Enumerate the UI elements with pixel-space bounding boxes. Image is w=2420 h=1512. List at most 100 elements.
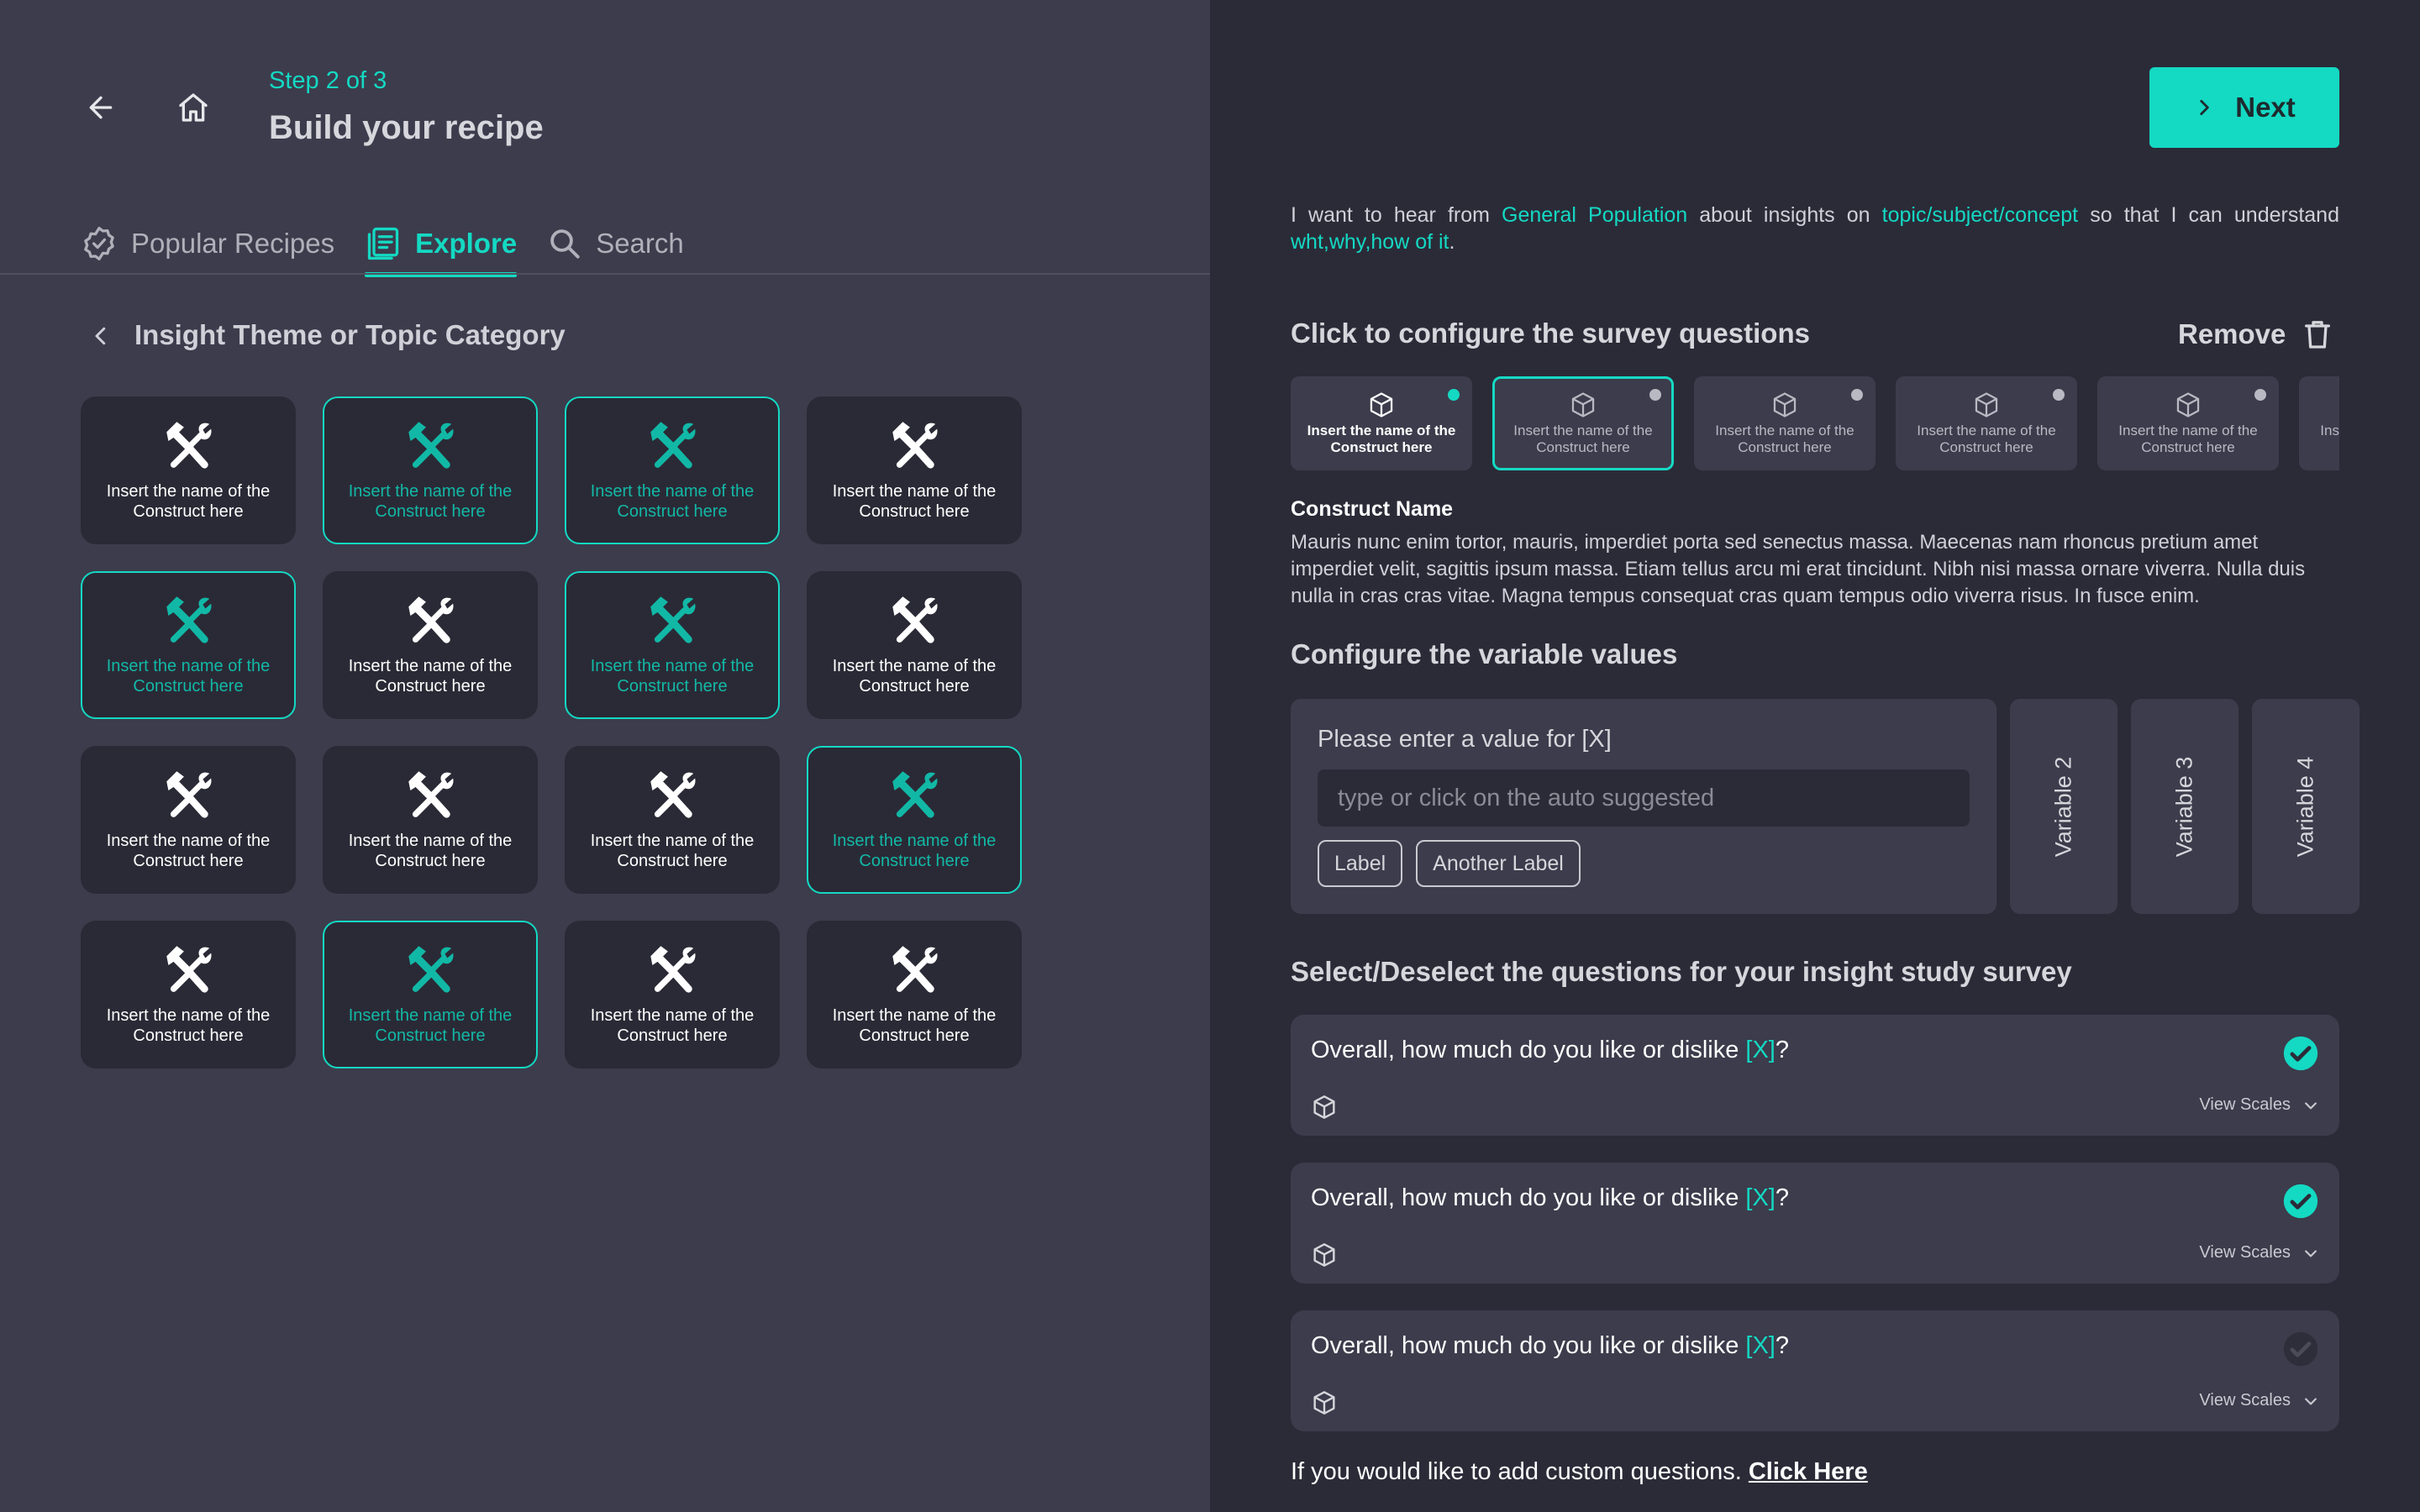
- tab-bar: Popular Recipes Explore Search: [81, 220, 714, 277]
- construct-name-heading: Construct Name: [1291, 497, 1454, 521]
- tools-icon: [650, 422, 696, 469]
- tools-icon: [408, 422, 454, 469]
- construct-card[interactable]: Insert the name of the Construct here: [323, 921, 538, 1068]
- construct-card[interactable]: Insert the name of the Construct here: [81, 396, 296, 544]
- view-scales-toggle[interactable]: View Scales: [2199, 1095, 2319, 1115]
- construct-card[interactable]: Insert the name of the Construct here: [565, 921, 780, 1068]
- tab-popular-recipes[interactable]: Popular Recipes: [81, 220, 334, 267]
- variable-editor: Please enter a value for [X] Label Anoth…: [1291, 699, 1996, 914]
- construct-chip[interactable]: Insert the name of the Construct here: [2097, 376, 2279, 470]
- page-title: Build your recipe: [269, 109, 544, 146]
- variable-tab-label: Variable 3: [2171, 756, 2197, 857]
- cube-icon: [1313, 1391, 1335, 1415]
- topic-link[interactable]: topic/subject/concept: [1882, 203, 2078, 227]
- variable-tab-2[interactable]: Variable 2: [2010, 699, 2118, 914]
- tools-icon: [892, 946, 938, 993]
- status-dot: [2053, 389, 2065, 401]
- custom-questions-link[interactable]: Click Here: [1749, 1458, 1868, 1485]
- cube-icon: [1571, 392, 1595, 417]
- variable-tab-label: Variable 4: [2292, 756, 2318, 857]
- suggestion-chips: Label Another Label: [1318, 840, 1581, 887]
- variable-input[interactable]: [1318, 769, 1970, 827]
- tab-label: Search: [596, 228, 684, 259]
- tools-icon: [408, 596, 454, 643]
- construct-card-label: Insert the name of the Construct here: [590, 657, 755, 696]
- question-text: Overall, how much do you like or dislike…: [1311, 1332, 1789, 1360]
- construct-card[interactable]: Insert the name of the Construct here: [81, 746, 296, 894]
- cube-icon: [1313, 1095, 1335, 1119]
- construct-card[interactable]: Insert the name of the Construct here: [323, 746, 538, 894]
- tools-icon: [892, 596, 938, 643]
- audience-link[interactable]: General Population: [1502, 203, 1687, 227]
- remove-button[interactable]: Remove: [2178, 318, 2334, 351]
- construct-chip[interactable]: Insert the name of the Construct here: [1694, 376, 1876, 470]
- tools-icon: [650, 596, 696, 643]
- variable-tab-4[interactable]: Variable 4: [2252, 699, 2360, 914]
- next-button[interactable]: Next: [2149, 67, 2339, 148]
- tools-icon: [166, 422, 212, 469]
- cube-icon: [2176, 392, 2200, 417]
- statement-text: about insights on: [1687, 203, 1882, 227]
- search-icon: [550, 229, 580, 259]
- construct-strip: Insert the name of the Construct here Ins…: [1291, 376, 2339, 472]
- construct-chip[interactable]: Insert the name of the Construct here: [2299, 376, 2339, 470]
- back-button[interactable]: [81, 87, 121, 128]
- construct-chip[interactable]: Insert the name of the Construct here: [1896, 376, 2077, 470]
- question-stem: Overall, how much do you like or dislike: [1311, 1184, 1746, 1211]
- question-text: Overall, how much do you like or dislike…: [1311, 1184, 1789, 1212]
- remove-label: Remove: [2178, 318, 2286, 349]
- construct-card[interactable]: Insert the name of the Construct here: [565, 571, 780, 719]
- view-scales-toggle[interactable]: View Scales: [2199, 1243, 2319, 1263]
- question-stem: Overall, how much do you like or dislike: [1311, 1332, 1746, 1359]
- view-scales-label: View Scales: [2199, 1095, 2291, 1114]
- question-end: ?: [1775, 1037, 1789, 1063]
- configure-section-title: Click to configure the survey questions: [1291, 318, 1810, 349]
- construct-card-label: Insert the name of the Construct here: [106, 1006, 271, 1045]
- variable-tab-3[interactable]: Variable 3: [2131, 699, 2238, 914]
- tools-icon: [892, 422, 938, 469]
- category-back-button[interactable]: [84, 319, 118, 353]
- question-variable[interactable]: [X]: [1745, 1184, 1775, 1211]
- check-circle-icon[interactable]: [2282, 1331, 2319, 1368]
- construct-chip-label: Insert the name of the Construct here: [1307, 423, 1456, 455]
- construct-chip[interactable]: Insert the name of the Construct here: [1291, 376, 1472, 470]
- construct-card[interactable]: Insert the name of the Construct here: [565, 746, 780, 894]
- goal-link[interactable]: wht,why,how of it: [1291, 230, 1449, 254]
- question-variable[interactable]: [X]: [1745, 1332, 1775, 1359]
- construct-card[interactable]: Insert the name of the Construct here: [807, 396, 1022, 544]
- tab-explore[interactable]: Explore: [365, 220, 518, 277]
- construct-card[interactable]: Insert the name of the Construct here: [807, 746, 1022, 894]
- tools-icon: [892, 771, 938, 818]
- construct-card-label: Insert the name of the Construct here: [590, 482, 755, 521]
- status-dot: [2254, 389, 2266, 401]
- construct-chip-label: Insert the name of the Construct here: [2320, 423, 2339, 438]
- recipe-builder-panel: Step 2 of 3 Build your recipe Popular Re…: [0, 0, 1210, 1512]
- question-end: ?: [1775, 1332, 1789, 1359]
- check-circle-icon[interactable]: [2282, 1035, 2319, 1072]
- construct-chip-label: Insert the name of the Construct here: [1715, 423, 1854, 455]
- chevron-down-icon: [2305, 1397, 2317, 1404]
- construct-chip[interactable]: Insert the name of the Construct here: [1492, 376, 1674, 470]
- tab-search[interactable]: Search: [547, 220, 684, 267]
- suggestion-chip[interactable]: Another Label: [1416, 840, 1581, 887]
- construct-card[interactable]: Insert the name of the Construct here: [807, 921, 1022, 1068]
- tools-icon: [650, 771, 696, 818]
- construct-card[interactable]: Insert the name of the Construct here: [81, 571, 296, 719]
- construct-card[interactable]: Insert the name of the Construct here: [807, 571, 1022, 719]
- view-scales-toggle[interactable]: View Scales: [2199, 1391, 2319, 1410]
- construct-card[interactable]: Insert the name of the Construct here: [323, 396, 538, 544]
- question-card: Overall, how much do you like or dislike…: [1291, 1163, 2339, 1284]
- cube-icon: [1313, 1243, 1335, 1267]
- construct-card[interactable]: Insert the name of the Construct here: [81, 921, 296, 1068]
- tab-label: Explore: [415, 228, 518, 259]
- construct-card[interactable]: Insert the name of the Construct here: [323, 571, 538, 719]
- suggestion-chip[interactable]: Label: [1318, 840, 1403, 887]
- view-scales-label: View Scales: [2199, 1391, 2291, 1410]
- home-icon: [179, 93, 208, 122]
- construct-card[interactable]: Insert the name of the Construct here: [565, 396, 780, 544]
- chevron-left-icon: [95, 327, 106, 345]
- home-button[interactable]: [173, 87, 213, 128]
- survey-config-panel: Next I want to hear from General Populat…: [1210, 0, 2420, 1512]
- question-variable[interactable]: [X]: [1745, 1037, 1775, 1063]
- check-circle-icon[interactable]: [2282, 1183, 2319, 1220]
